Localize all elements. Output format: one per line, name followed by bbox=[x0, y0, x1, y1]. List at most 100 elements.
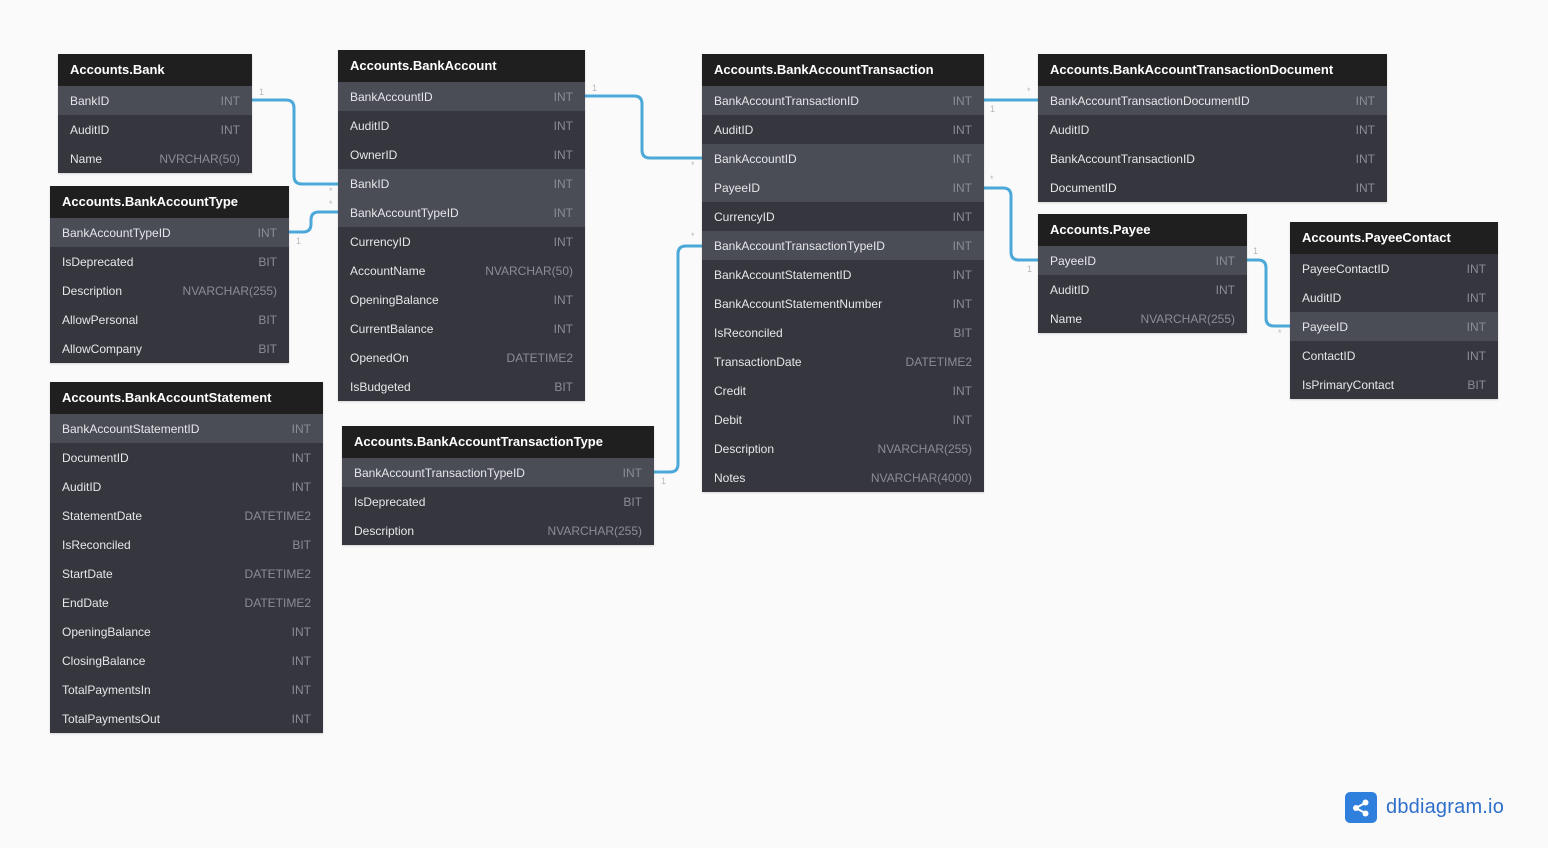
field-row-bankaccountid[interactable]: BankAccountID INT bbox=[702, 144, 984, 173]
field-row-notes[interactable]: Notes NVARCHAR(4000) bbox=[702, 463, 984, 492]
table-title[interactable]: Accounts.PayeeContact bbox=[1290, 222, 1498, 254]
table-title[interactable]: Accounts.BankAccountType bbox=[50, 186, 289, 218]
field-row-isbudgeted[interactable]: IsBudgeted BIT bbox=[338, 372, 585, 401]
table-accounts-bankaccounttransactiondocument[interactable]: Accounts.BankAccountTransactionDocument B… bbox=[1038, 54, 1387, 202]
table-accounts-bankaccountstatement[interactable]: Accounts.BankAccountStatement BankAccount… bbox=[50, 382, 323, 733]
table-title[interactable]: Accounts.Payee bbox=[1038, 214, 1247, 246]
field-row-documentid[interactable]: DocumentID INT bbox=[1038, 173, 1387, 202]
rel-payee-transaction[interactable] bbox=[984, 186, 1038, 262]
field-row-allowpersonal[interactable]: AllowPersonal BIT bbox=[50, 305, 289, 334]
field-row-isreconciled[interactable]: IsReconciled BIT bbox=[702, 318, 984, 347]
field-row-isprimarycontact[interactable]: IsPrimaryContact BIT bbox=[1290, 370, 1498, 399]
field-row-credit[interactable]: Credit INT bbox=[702, 376, 984, 405]
field-row-currencyid[interactable]: CurrencyID INT bbox=[702, 202, 984, 231]
field-name: OpeningBalance bbox=[350, 292, 439, 307]
field-row-payeecontactid[interactable]: PayeeContactID INT bbox=[1290, 254, 1498, 283]
field-type: INT bbox=[1355, 180, 1375, 195]
field-row-bankaccounttransactiondocumentid[interactable]: BankAccountTransactionDocumentID INT bbox=[1038, 86, 1387, 115]
field-row-description[interactable]: Description NVARCHAR(255) bbox=[342, 516, 654, 545]
field-row-auditid[interactable]: AuditID INT bbox=[1290, 283, 1498, 312]
rel-bank-bankaccount[interactable] bbox=[252, 98, 338, 186]
field-row-bankaccounttypeid[interactable]: BankAccountTypeID INT bbox=[338, 198, 585, 227]
field-type: DATETIME2 bbox=[244, 566, 311, 581]
field-row-isdeprecated[interactable]: IsDeprecated BIT bbox=[50, 247, 289, 276]
field-row-bankaccountid[interactable]: BankAccountID INT bbox=[338, 82, 585, 111]
field-name: Name bbox=[70, 151, 103, 166]
field-row-auditid[interactable]: AuditID INT bbox=[338, 111, 585, 140]
field-row-bankaccountstatementid[interactable]: BankAccountStatementID INT bbox=[50, 414, 323, 443]
cardinality-label: 1 bbox=[1253, 246, 1259, 256]
field-type: NVARCHAR(4000) bbox=[870, 470, 972, 485]
rel-bankaccounttype-bankaccount[interactable] bbox=[289, 210, 338, 234]
field-row-bankaccountstatementid[interactable]: BankAccountStatementID INT bbox=[702, 260, 984, 289]
field-row-bankid[interactable]: BankID INT bbox=[338, 169, 585, 198]
rel-payee-payeecontact[interactable] bbox=[1247, 258, 1290, 328]
field-row-bankaccounttransactiontypeid[interactable]: BankAccountTransactionTypeID INT bbox=[342, 458, 654, 487]
field-row-description[interactable]: Description NVARCHAR(255) bbox=[50, 276, 289, 305]
field-row-payeeid[interactable]: PayeeID INT bbox=[1038, 246, 1247, 275]
field-row-openingbalance[interactable]: OpeningBalance INT bbox=[338, 285, 585, 314]
table-accounts-payeecontact[interactable]: Accounts.PayeeContact PayeeContactID INT Au… bbox=[1290, 222, 1498, 399]
field-row-bankaccounttypeid[interactable]: BankAccountTypeID INT bbox=[50, 218, 289, 247]
field-row-openedon[interactable]: OpenedOn DATETIME2 bbox=[338, 343, 585, 372]
table-accounts-bankaccounttransactiontype[interactable]: Accounts.BankAccountTransactionType BankA… bbox=[342, 426, 654, 545]
field-type: NVRCHAR(50) bbox=[159, 151, 240, 166]
field-row-description[interactable]: Description NVARCHAR(255) bbox=[702, 434, 984, 463]
table-accounts-bank[interactable]: Accounts.Bank BankID INT AuditID INT Name NVRC… bbox=[58, 54, 252, 173]
field-row-allowcompany[interactable]: AllowCompany BIT bbox=[50, 334, 289, 363]
field-row-auditid[interactable]: AuditID INT bbox=[702, 115, 984, 144]
field-row-isreconciled[interactable]: IsReconciled BIT bbox=[50, 530, 323, 559]
field-type: BIT bbox=[953, 325, 972, 340]
field-row-debit[interactable]: Debit INT bbox=[702, 405, 984, 434]
field-row-auditid[interactable]: AuditID INT bbox=[1038, 115, 1387, 144]
field-row-totalpaymentsin[interactable]: TotalPaymentsIn INT bbox=[50, 675, 323, 704]
rel-transactiontype-transaction[interactable] bbox=[654, 244, 702, 474]
field-row-documentid[interactable]: DocumentID INT bbox=[50, 443, 323, 472]
table-title[interactable]: Accounts.BankAccount bbox=[338, 50, 585, 82]
field-row-name[interactable]: Name NVRCHAR(50) bbox=[58, 144, 252, 173]
field-name: Description bbox=[62, 283, 123, 298]
table-title[interactable]: Accounts.BankAccountTransaction bbox=[702, 54, 984, 86]
field-row-bankaccounttransactionid[interactable]: BankAccountTransactionID INT bbox=[1038, 144, 1387, 173]
field-row-bankid[interactable]: BankID INT bbox=[58, 86, 252, 115]
field-name: PayeeID bbox=[1302, 319, 1349, 334]
field-row-bankaccounttransactionid[interactable]: BankAccountTransactionID INT bbox=[702, 86, 984, 115]
field-row-auditid[interactable]: AuditID INT bbox=[50, 472, 323, 501]
table-title[interactable]: Accounts.Bank bbox=[58, 54, 252, 86]
field-row-enddate[interactable]: EndDate DATETIME2 bbox=[50, 588, 323, 617]
field-row-closingbalance[interactable]: ClosingBalance INT bbox=[50, 646, 323, 675]
field-row-contactid[interactable]: ContactID INT bbox=[1290, 341, 1498, 370]
field-row-payeeid[interactable]: PayeeID INT bbox=[702, 173, 984, 202]
field-row-auditid[interactable]: AuditID INT bbox=[58, 115, 252, 144]
field-name: AllowCompany bbox=[62, 341, 143, 356]
field-row-currentbalance[interactable]: CurrentBalance INT bbox=[338, 314, 585, 343]
brand-logo[interactable]: dbdiagram.io bbox=[1345, 792, 1504, 823]
field-type: INT bbox=[291, 479, 311, 494]
field-row-startdate[interactable]: StartDate DATETIME2 bbox=[50, 559, 323, 588]
field-row-statementdate[interactable]: StatementDate DATETIME2 bbox=[50, 501, 323, 530]
field-name: StartDate bbox=[62, 566, 113, 581]
field-type: INT bbox=[952, 209, 972, 224]
table-accounts-bankaccounttype[interactable]: Accounts.BankAccountType BankAccountTypeI… bbox=[50, 186, 289, 363]
field-row-currencyid[interactable]: CurrencyID INT bbox=[338, 227, 585, 256]
field-row-payeeid[interactable]: PayeeID INT bbox=[1290, 312, 1498, 341]
field-row-openingbalance[interactable]: OpeningBalance INT bbox=[50, 617, 323, 646]
field-row-accountname[interactable]: AccountName NVARCHAR(50) bbox=[338, 256, 585, 285]
field-name: Debit bbox=[714, 412, 743, 427]
field-row-totalpaymentsout[interactable]: TotalPaymentsOut INT bbox=[50, 704, 323, 733]
field-row-bankaccounttransactiontypeid[interactable]: BankAccountTransactionTypeID INT bbox=[702, 231, 984, 260]
table-title[interactable]: Accounts.BankAccountStatement bbox=[50, 382, 323, 414]
table-title[interactable]: Accounts.BankAccountTransactionType bbox=[342, 426, 654, 458]
field-type: INT bbox=[1466, 261, 1486, 276]
field-row-transactiondate[interactable]: TransactionDate DATETIME2 bbox=[702, 347, 984, 376]
table-title[interactable]: Accounts.BankAccountTransactionDocument bbox=[1038, 54, 1387, 86]
field-row-name[interactable]: Name NVARCHAR(255) bbox=[1038, 304, 1247, 333]
field-row-bankaccountstatementnumber[interactable]: BankAccountStatementNumber INT bbox=[702, 289, 984, 318]
table-accounts-bankaccount[interactable]: Accounts.BankAccount BankAccountID INT Audi… bbox=[338, 50, 585, 401]
field-row-auditid[interactable]: AuditID INT bbox=[1038, 275, 1247, 304]
rel-bankaccount-transaction[interactable] bbox=[585, 94, 702, 160]
table-accounts-payee[interactable]: Accounts.Payee PayeeID INT AuditID INT Name NV… bbox=[1038, 214, 1247, 333]
field-row-isdeprecated[interactable]: IsDeprecated BIT bbox=[342, 487, 654, 516]
table-accounts-bankaccounttransaction[interactable]: Accounts.BankAccountTransaction BankAccou… bbox=[702, 54, 984, 492]
field-row-ownerid[interactable]: OwnerID INT bbox=[338, 140, 585, 169]
